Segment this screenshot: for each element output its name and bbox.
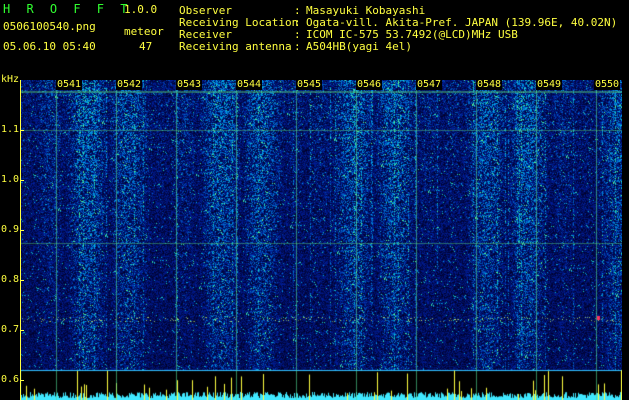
y-tick-label: 1.0	[1, 174, 20, 185]
spectrogram-panel	[20, 80, 622, 400]
y-axis-unit: kHz	[1, 74, 20, 85]
filename-label: 0506100540.png	[3, 20, 96, 33]
mode-label: meteor	[124, 25, 164, 38]
separator: :	[294, 40, 301, 53]
time-mark: 0541	[56, 79, 83, 90]
time-mark: 0544	[236, 79, 263, 90]
time-mark: 0542	[116, 79, 143, 90]
y-tick-label: 0.6	[1, 374, 20, 385]
y-tick-label: 0.7	[1, 324, 20, 335]
antenna-value: A504HB(yagi 4el)	[306, 40, 412, 53]
datetime-label: 05.06.10 05:40	[3, 40, 96, 53]
app-title: H R O F F T	[3, 2, 132, 16]
meteor-count: 47	[139, 40, 153, 53]
antenna-label: Receiving antenna	[179, 40, 292, 53]
time-mark: 0549	[536, 79, 563, 90]
spectrogram-canvas	[20, 80, 622, 400]
y-tick-label: 0.9	[1, 224, 20, 235]
y-tick-label: 1.1	[1, 124, 20, 135]
time-mark: 0550	[594, 79, 621, 90]
y-tick-label: 0.8	[1, 274, 20, 285]
time-mark: 0546	[356, 79, 383, 90]
time-mark: 0543	[176, 79, 203, 90]
time-mark: 0548	[476, 79, 503, 90]
app-version: 1.0.0	[124, 3, 158, 16]
time-mark: 0545	[296, 79, 323, 90]
time-mark: 0547	[416, 79, 443, 90]
